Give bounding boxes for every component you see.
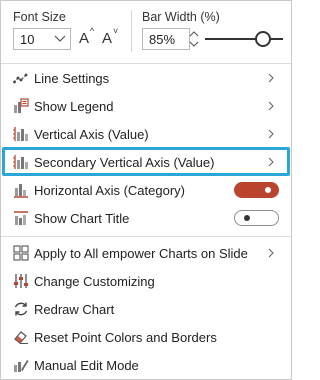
- menu-item-vertical-axis[interactable]: Vertical Axis (Value): [1, 120, 291, 148]
- chevron-right-icon: [268, 101, 274, 111]
- menu-item-label: Redraw Chart: [34, 302, 115, 317]
- chart-title-icon: [14, 211, 28, 225]
- caret-down-icon: ˅: [113, 26, 119, 36]
- bar-width-input[interactable]: 85%: [142, 28, 190, 50]
- menu-item-label: Show Legend: [34, 99, 114, 114]
- vertical-axis-icon: [13, 127, 28, 141]
- menu-item-label: Vertical Axis (Value): [34, 127, 149, 142]
- sliders-icon: [14, 274, 28, 288]
- menu-item-label: Apply to All empower Charts on Slide: [34, 246, 248, 261]
- bar-width-slider-thumb[interactable]: [255, 31, 271, 47]
- toggle-knob: [265, 187, 271, 193]
- menu-item-change-customizing[interactable]: Change Customizing: [1, 267, 291, 295]
- increase-font-button[interactable]: A^: [79, 26, 95, 47]
- pencil-chart-icon: [14, 360, 29, 372]
- menu-item-label: Manual Edit Mode: [34, 358, 139, 373]
- menu-item-redraw-chart[interactable]: Redraw Chart: [1, 295, 291, 323]
- menu-item-label: Show Chart Title: [34, 211, 130, 226]
- chevron-right-icon: [268, 73, 274, 83]
- menu-item-secondary-vertical-axis[interactable]: Secondary Vertical Axis (Value): [1, 148, 291, 176]
- bar-width-slider-track[interactable]: [205, 38, 283, 40]
- legend-icon: [14, 98, 29, 113]
- horizontal-axis-toggle[interactable]: [234, 182, 279, 198]
- chevron-right-icon: [268, 129, 274, 139]
- menu-item-label: Horizontal Axis (Category): [34, 183, 185, 198]
- chart-settings-panel: Font Size 10 A^ A˅ Bar Width (%) 85% Lin…: [0, 0, 292, 380]
- show-chart-title-toggle[interactable]: [234, 210, 279, 226]
- refresh-icon: [14, 302, 28, 316]
- menu-item-label: Secondary Vertical Axis (Value): [34, 155, 215, 170]
- decrease-font-glyph: A: [102, 30, 113, 47]
- menu-item-show-chart-title[interactable]: Show Chart Title: [1, 204, 291, 232]
- grid-icon: [13, 245, 29, 261]
- menu-item-manual-edit-mode[interactable]: Manual Edit Mode: [1, 351, 291, 379]
- horizontal-axis-icon: [14, 184, 28, 198]
- menu-item-horizontal-axis[interactable]: Horizontal Axis (Category): [1, 176, 291, 204]
- toolbar-divider: [131, 10, 132, 52]
- chevron-right-icon: [268, 157, 274, 167]
- font-size-value: 10: [20, 32, 35, 47]
- menu-item-label: Reset Point Colors and Borders: [34, 330, 217, 345]
- menu-item-label: Line Settings: [34, 71, 110, 86]
- divider: [1, 236, 291, 237]
- menu-item-line-settings[interactable]: Line Settings: [1, 64, 291, 92]
- bar-width-label: Bar Width (%): [142, 10, 220, 24]
- spinner-icon[interactable]: [188, 28, 200, 50]
- font-size-select[interactable]: 10: [13, 28, 71, 50]
- decrease-font-button[interactable]: A˅: [102, 26, 119, 47]
- bar-width-value: 85%: [149, 32, 176, 47]
- caret-up-icon: ^: [90, 26, 95, 36]
- eraser-icon: [14, 331, 28, 344]
- toolbar-top: Font Size 10 A^ A˅ Bar Width (%) 85%: [1, 1, 291, 59]
- chevron-down-icon: [54, 35, 66, 42]
- menu-item-label: Change Customizing: [34, 274, 155, 289]
- secondary-vertical-axis-icon: [13, 155, 28, 169]
- menu-item-show-legend[interactable]: Show Legend: [1, 92, 291, 120]
- menu-item-apply-to-all[interactable]: Apply to All empower Charts on Slide: [1, 239, 291, 267]
- chevron-right-icon: [268, 248, 274, 258]
- line-chart-icon: [13, 73, 28, 84]
- increase-font-glyph: A: [79, 30, 90, 47]
- menu-item-reset-point-colors[interactable]: Reset Point Colors and Borders: [1, 323, 291, 351]
- toggle-knob: [244, 215, 250, 221]
- font-size-label: Font Size: [13, 10, 66, 24]
